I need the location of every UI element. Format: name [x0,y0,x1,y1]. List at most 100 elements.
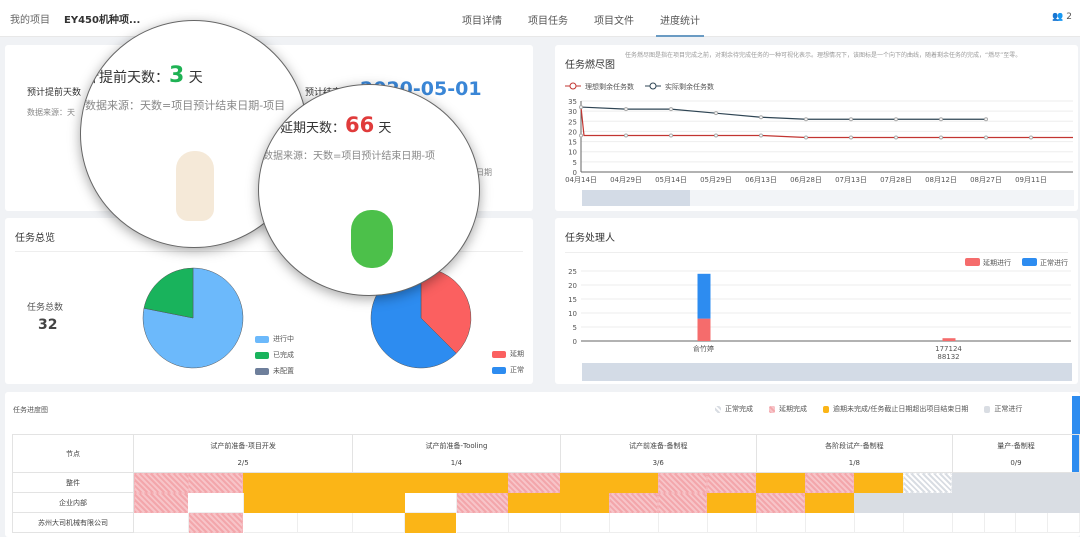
progress-cell[interactable] [952,472,985,493]
progress-cell[interactable] [352,492,405,513]
breadcrumb-root[interactable]: 我的项目 [10,15,50,26]
data-point [939,117,943,122]
progress-cell[interactable] [297,512,354,533]
progress-cell[interactable] [707,492,757,513]
progress-cell[interactable] [187,492,244,513]
progress-cell[interactable] [756,472,806,493]
members-button[interactable]: 👥 2 [1052,12,1072,22]
progress-cell[interactable] [805,492,855,513]
progress-cell[interactable] [658,492,708,513]
overview-title: 任务总览 [15,233,55,244]
progress-cell[interactable] [951,512,985,533]
x-tick-label: 06月28日 [790,176,822,184]
progress-cell[interactable] [456,492,509,513]
tab-progress-stats[interactable]: 进度统计 [656,12,704,37]
progress-cell[interactable] [560,492,610,513]
tab-project-details[interactable]: 项目详情 [462,12,502,27]
progress-cell[interactable] [903,492,953,513]
progress-cell[interactable] [658,472,708,493]
progress-cell[interactable] [133,512,189,533]
tab-project-files[interactable]: 项目文件 [594,12,634,27]
progress-cell[interactable] [243,492,298,513]
progress-cell[interactable] [853,512,904,533]
progress-cell[interactable] [404,472,457,493]
x-tick-label: 07月28日 [880,176,912,184]
data-point [624,133,628,138]
status-pie-chart [142,267,244,369]
progress-cell[interactable] [1015,512,1049,533]
progress-cell[interactable] [1015,472,1048,493]
progress-cell[interactable] [706,512,757,533]
progress-cell[interactable] [404,492,457,513]
progress-cell[interactable] [854,492,904,513]
progress-cell[interactable] [456,472,509,493]
progress-cell[interactable] [455,512,509,533]
x-tick-label: 07月13日 [835,176,867,184]
progress-cell[interactable] [507,512,561,533]
progress-cell[interactable] [609,472,659,493]
legend-swatch [1022,258,1037,266]
progress-cell[interactable] [297,492,353,513]
progress-cell[interactable] [854,472,904,493]
legend-unconfigured[interactable]: 未配置 [255,366,294,376]
progress-cell[interactable] [902,512,953,533]
turtle-illustration [351,210,393,268]
progress-cell[interactable] [243,472,298,493]
progress-cell[interactable] [1015,492,1048,513]
progress-cell[interactable] [903,472,953,493]
progress-cell[interactable] [657,512,708,533]
progress-cell[interactable] [188,472,244,493]
progress-cell[interactable] [984,472,1016,493]
progress-cell[interactable] [297,472,353,493]
progress-cell[interactable] [404,512,457,533]
progress-cell[interactable] [608,512,659,533]
delay-legend: 延期 正常 [492,349,524,381]
data-point [759,115,763,120]
series-line [580,106,986,120]
progress-cell[interactable] [1047,472,1080,493]
legend-normal-done[interactable]: 正常完成 [715,404,753,414]
x-tick-label: 88132 [937,353,959,361]
data-point [579,105,583,110]
delay-magnifier: 计延期天数：66 天 数据来源：天数=项目预计结束日期-项 [258,84,480,296]
progress-cell[interactable] [559,512,610,533]
legend-normal-ongoing[interactable]: 正常进行 [984,404,1022,414]
progress-cell[interactable] [707,472,757,493]
progress-cell[interactable] [508,492,561,513]
legend-late-done[interactable]: 延期完成 [769,404,807,414]
progress-cell[interactable] [805,472,855,493]
y-tick-label: 15 [568,139,577,147]
total-value: 32 [38,317,58,333]
legend-completed[interactable]: 已完成 [255,350,294,360]
tab-project-tasks[interactable]: 项目任务 [528,12,568,27]
y-tick-label: 5 [573,324,577,332]
data-point [894,135,898,140]
progress-cell[interactable] [508,472,561,493]
progress-cell[interactable] [609,492,659,513]
progress-title: 任务进度图 [13,406,48,414]
legend-overdue[interactable]: 逾期未完成/任务截止日期超出项目结束日期 [823,404,968,414]
advance-source-zoomed: 数据来源：天数=项目预计结束日期-项目 [85,99,286,112]
progress-cell[interactable] [1047,492,1080,513]
legend-normal[interactable]: 正常 [492,365,524,375]
row-name: 苏州大司机械有限公司 [12,512,134,533]
stage-header: 量产-备制程 0/9 [951,434,1080,473]
progress-cell[interactable] [560,472,610,493]
progress-cell[interactable] [755,512,806,533]
legend-in-progress[interactable]: 进行中 [255,334,294,344]
progress-cell[interactable] [756,492,806,513]
progress-cell[interactable] [1047,512,1080,533]
progress-cell[interactable] [984,492,1016,513]
progress-cell[interactable] [133,492,189,513]
progress-cell[interactable] [983,512,1017,533]
progress-cell[interactable] [352,472,405,493]
progress-cell[interactable] [952,492,985,513]
progress-cell[interactable] [804,512,855,533]
progress-cell[interactable] [133,472,189,493]
legend-delayed[interactable]: 延期 [492,349,524,359]
x-tick-label: 05月14日 [655,176,687,184]
progress-cell[interactable] [188,512,244,533]
progress-cell[interactable] [352,512,406,533]
progress-cell[interactable] [242,512,299,533]
data-point [804,117,808,122]
